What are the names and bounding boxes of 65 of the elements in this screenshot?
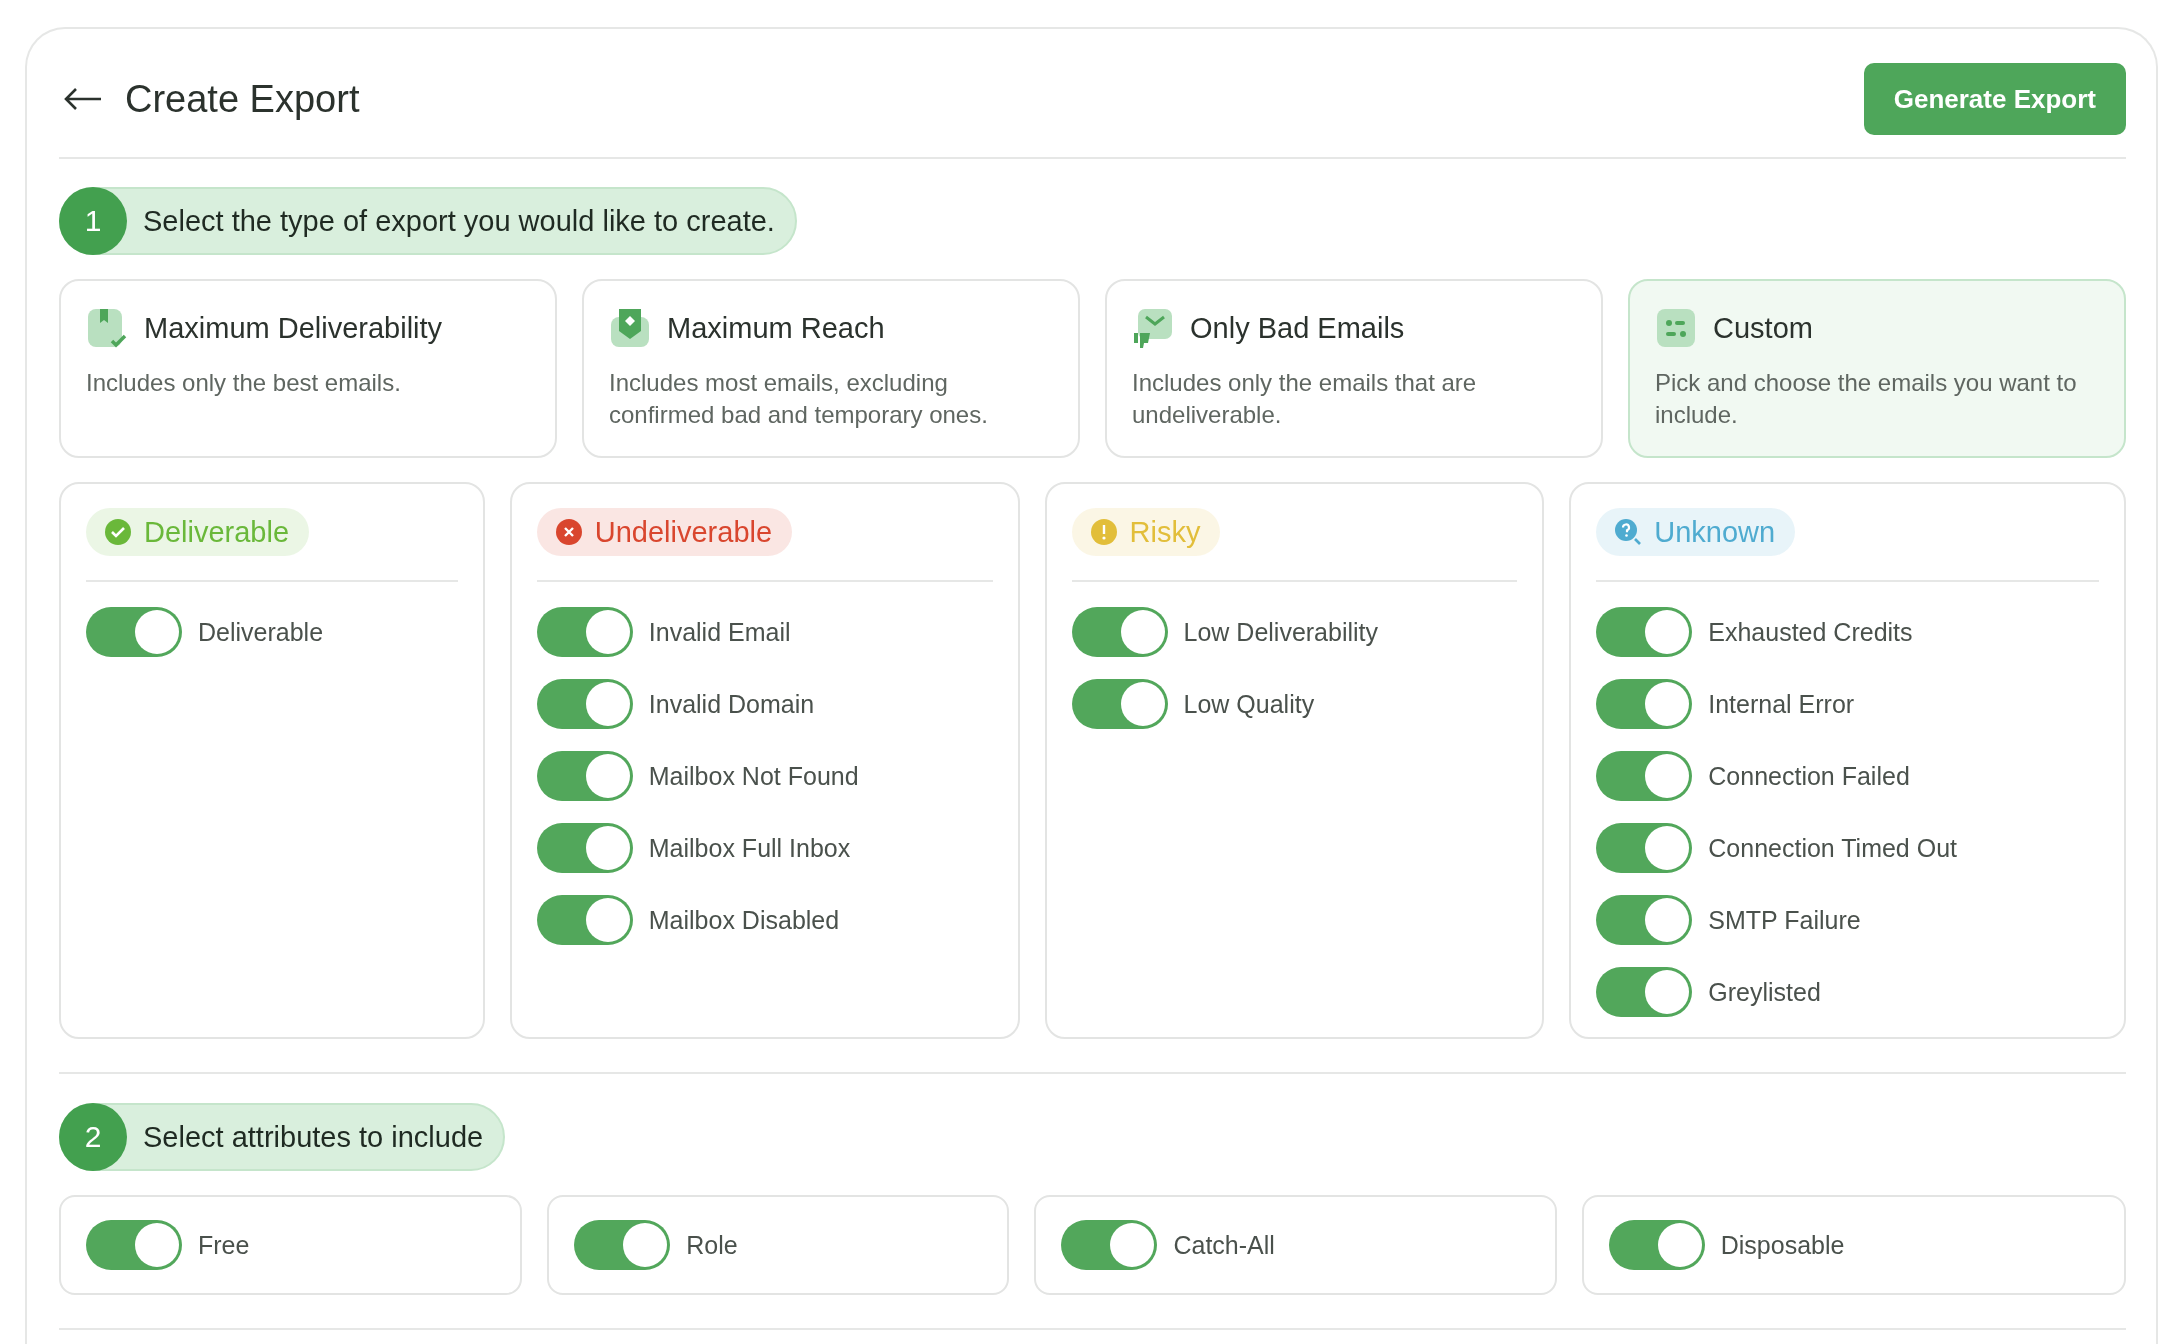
toggle-switch[interactable] — [1596, 607, 1693, 657]
toggle-switch[interactable] — [1596, 895, 1693, 945]
export-type-description: Includes only the emails that are undeliverable. — [1132, 368, 1478, 430]
toggle-label: Low Deliverability — [1183, 617, 1379, 647]
step-number: 1 — [59, 187, 127, 255]
toggle-switch[interactable] — [1608, 1220, 1705, 1270]
toggle-label: Low Quality — [1183, 689, 1315, 719]
toggle-label: Connection Timed Out — [1708, 833, 1957, 863]
toggle-label: Internal Error — [1708, 689, 1855, 719]
exclamation-circle-icon — [1089, 518, 1118, 546]
toggle-switch[interactable] — [1596, 967, 1693, 1017]
mail-thumbs-down-icon — [1132, 307, 1174, 349]
category-label: Undeliverable — [594, 515, 773, 549]
step-label: Select the type of export you would like to create. — [143, 204, 775, 238]
toggle-label: SMTP Failure — [1708, 905, 1861, 935]
inbox-check-icon — [86, 307, 128, 349]
export-type-card[interactable]: Custom Pick and choose the emails you want to include. — [1628, 279, 2126, 458]
toggle-label: Exhausted Credits — [1708, 617, 1913, 647]
step-number: 2 — [59, 1103, 127, 1171]
toggle-switch[interactable] — [536, 607, 633, 657]
close-circle-icon — [554, 518, 583, 546]
export-type-description: Includes only the best emails. — [86, 368, 402, 398]
toggle-label: Deliverable — [198, 617, 324, 647]
toggle-switch[interactable] — [536, 895, 633, 945]
category-label: Deliverable — [144, 515, 290, 549]
toggle-switch[interactable] — [1071, 607, 1168, 657]
toggle-switch[interactable] — [1071, 679, 1168, 729]
toggle-switch[interactable] — [86, 1220, 182, 1270]
toggle-label: Mailbox Not Found — [648, 761, 859, 791]
toggle-label: Greylisted — [1708, 977, 1821, 1007]
toggle-label: Invalid Domain — [648, 689, 815, 719]
toggle-label: Mailbox Disabled — [648, 905, 840, 935]
toggle-label: Catch-All — [1173, 1230, 1275, 1260]
page-title: Create Export — [125, 77, 360, 121]
toggle-switch[interactable] — [1596, 823, 1693, 873]
question-search-icon — [1614, 518, 1643, 546]
toggle-switch[interactable] — [536, 823, 633, 873]
export-type-description: Pick and choose the emails you want to include. — [1655, 368, 2078, 430]
toggle-label: Connection Failed — [1708, 761, 1910, 791]
export-type-description: Includes most emails, excluding confirmed bad and temporary ones. — [609, 368, 989, 430]
export-type-card[interactable]: Only Bad Emails Includes only the emails that are undeliverable. — [1105, 279, 1603, 458]
toggle-label: Role — [686, 1230, 738, 1260]
toggle-switch[interactable] — [536, 679, 633, 729]
export-type-card[interactable]: Maximum Deliverability Includes only the best emails. — [59, 279, 557, 458]
toggle-switch[interactable] — [536, 751, 633, 801]
toggle-label: Mailbox Full Inbox — [648, 833, 851, 863]
export-type-title: Custom — [1713, 311, 1813, 345]
toggle-switch[interactable] — [86, 607, 182, 657]
toggle-label: Free — [198, 1230, 250, 1260]
export-type-title: Maximum Reach — [667, 311, 885, 345]
toggle-label: Disposable — [1720, 1230, 1845, 1260]
toggle-switch[interactable] — [1596, 751, 1693, 801]
settings-list-icon — [1655, 307, 1697, 349]
category-label: Risky — [1129, 515, 1201, 549]
category-label: Unknown — [1654, 515, 1776, 549]
toggle-switch[interactable] — [1596, 679, 1693, 729]
mail-shield-icon — [609, 307, 651, 349]
toggle-label: Invalid Email — [648, 617, 791, 647]
export-type-title: Maximum Deliverability — [144, 311, 443, 345]
export-type-card[interactable]: Maximum Reach Includes most emails, excluding confirmed bad and temporary ones. — [582, 279, 1080, 458]
check-circle-icon — [104, 518, 132, 546]
step-label: Select attributes to include — [143, 1120, 484, 1154]
export-type-title: Only Bad Emails — [1190, 311, 1405, 345]
toggle-switch[interactable] — [574, 1220, 671, 1270]
toggle-switch[interactable] — [1061, 1220, 1158, 1270]
